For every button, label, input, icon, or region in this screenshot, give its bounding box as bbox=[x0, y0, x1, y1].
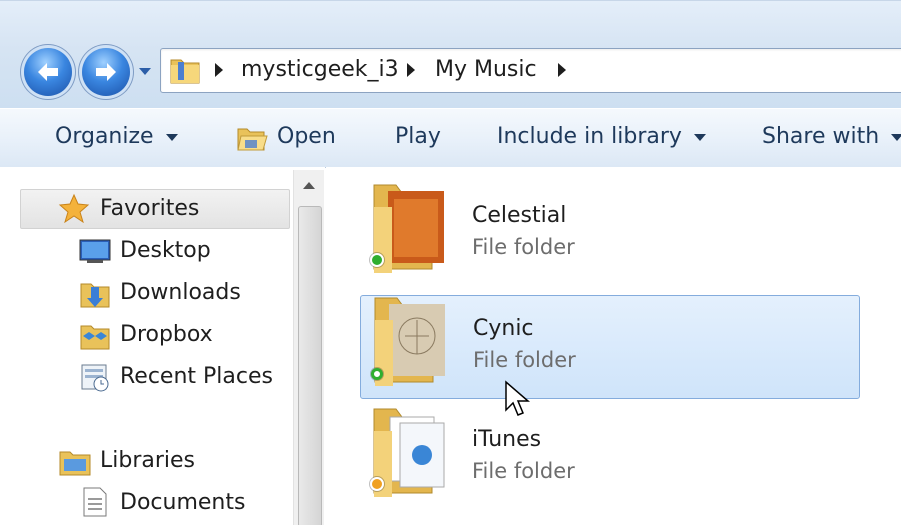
desktop-icon bbox=[79, 239, 111, 263]
sync-status-dot bbox=[370, 253, 384, 267]
address-bar[interactable]: mysticgeek_i3 My Music bbox=[160, 48, 901, 93]
mouse-cursor-icon bbox=[505, 380, 531, 416]
chevron-down-icon bbox=[891, 133, 901, 141]
open-label: Open bbox=[277, 124, 336, 149]
nav-libraries[interactable]: Libraries bbox=[100, 448, 195, 473]
open-folder-icon bbox=[237, 128, 268, 151]
dropbox-icon bbox=[80, 325, 110, 350]
nav-dropbox[interactable]: Dropbox bbox=[120, 322, 213, 347]
share-with-button[interactable]: Share with bbox=[762, 124, 901, 149]
open-button[interactable]: Open bbox=[277, 124, 336, 149]
folder-name: Celestial bbox=[472, 203, 567, 228]
folder-item-celestial[interactable]: Celestial File folder bbox=[360, 183, 858, 285]
explorer-window: mysticgeek_i3 My Music Organize Open Pla… bbox=[0, 0, 901, 525]
include-label: Include in library bbox=[497, 124, 682, 149]
organize-label: Organize bbox=[55, 124, 154, 149]
recent-pages-dropdown[interactable] bbox=[136, 61, 154, 81]
title-bar: mysticgeek_i3 My Music bbox=[0, 0, 901, 108]
nav-scrollbar[interactable] bbox=[293, 170, 324, 525]
folder-type: File folder bbox=[473, 348, 576, 372]
include-in-library-button[interactable]: Include in library bbox=[497, 124, 706, 149]
libraries-icon bbox=[59, 451, 91, 476]
recent-places-icon bbox=[81, 364, 109, 392]
sync-status-dot bbox=[371, 368, 383, 380]
folder-item-itunes[interactable]: iTunes File folder bbox=[360, 407, 858, 509]
forward-arrow-icon bbox=[96, 63, 116, 81]
breadcrumb-separator[interactable] bbox=[558, 63, 566, 77]
folder-icon bbox=[170, 59, 200, 84]
forward-button[interactable] bbox=[82, 48, 130, 96]
scroll-up-arrow-icon[interactable] bbox=[303, 182, 315, 189]
folder-name: iTunes bbox=[472, 427, 542, 452]
share-label: Share with bbox=[762, 124, 880, 149]
folder-item-cynic[interactable]: Cynic File folder bbox=[360, 295, 860, 399]
scroll-thumb[interactable] bbox=[298, 206, 322, 525]
downloads-icon bbox=[80, 283, 110, 308]
chevron-down-icon bbox=[165, 133, 178, 141]
command-bar: Organize Open Play Include in library Sh… bbox=[0, 108, 901, 168]
breadcrumb-separator[interactable] bbox=[407, 63, 415, 77]
sync-status-dot bbox=[370, 477, 384, 491]
folder-type: File folder bbox=[472, 235, 575, 259]
play-button[interactable]: Play bbox=[395, 124, 441, 149]
breadcrumb-separator[interactable] bbox=[215, 63, 223, 77]
nav-documents[interactable]: Documents bbox=[120, 490, 245, 515]
back-button[interactable] bbox=[24, 48, 72, 96]
nav-recent-places[interactable]: Recent Places bbox=[120, 364, 273, 389]
star-icon bbox=[58, 193, 90, 223]
play-label: Play bbox=[395, 124, 441, 149]
documents-icon bbox=[83, 487, 107, 517]
back-arrow-icon bbox=[38, 63, 58, 81]
folder-name: Cynic bbox=[473, 316, 534, 341]
folder-type: File folder bbox=[472, 459, 575, 483]
chevron-down-icon bbox=[693, 133, 706, 141]
nav-downloads[interactable]: Downloads bbox=[120, 280, 241, 305]
nav-desktop[interactable]: Desktop bbox=[120, 238, 211, 263]
organize-button[interactable]: Organize bbox=[55, 124, 178, 149]
breadcrumb-user[interactable]: mysticgeek_i3 bbox=[241, 57, 399, 82]
breadcrumb-my-music[interactable]: My Music bbox=[435, 57, 537, 82]
nav-favorites[interactable]: Favorites bbox=[100, 196, 199, 221]
